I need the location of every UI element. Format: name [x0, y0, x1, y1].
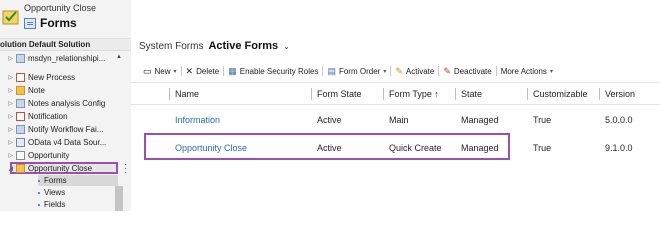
tree-item[interactable]: ▷ Notification [0, 111, 124, 122]
fields-icon [38, 203, 40, 206]
view-prefix: System Forms [139, 41, 204, 52]
command-bar: ▭ New ▾ ✕ Delete ▦ Enable Security Roles… [139, 64, 557, 78]
new-button[interactable]: ▭ New ▾ [139, 66, 181, 77]
expand-arrow-icon[interactable]: ▷ [0, 126, 16, 133]
column-header-form-state[interactable]: Form State [311, 83, 362, 105]
tree-item[interactable]: ▷ msdyn_relationshipi... [0, 53, 124, 64]
tree-item[interactable]: ▷ OData v4 Data Sour... [0, 137, 124, 148]
tree-item[interactable]: ▷ New Process [0, 72, 124, 83]
column-header-name[interactable]: Name [169, 83, 199, 105]
folder-icon [16, 86, 25, 95]
entity-header: Opportunity Close Forms [0, 0, 131, 38]
grid-header-row: Name Form State Form Type ↑ State Custom… [131, 82, 660, 105]
state-cell: Managed [461, 115, 499, 125]
tree-item-opportunity-close[interactable]: ◢ Opportunity Close [0, 163, 124, 174]
entity-name: Opportunity Close [24, 3, 97, 13]
activate-icon: ✎ [395, 65, 403, 76]
customizable-cell: True [533, 115, 552, 125]
delete-x-icon: ✕ [185, 65, 194, 76]
chevron-down-icon: ▾ [383, 68, 387, 75]
tree-subitem-views[interactable]: Views [38, 187, 65, 198]
column-divider [383, 88, 384, 100]
deactivate-icon: ✎ [443, 65, 451, 76]
row-highlight-box [144, 133, 510, 160]
expand-arrow-icon[interactable]: ▷ [0, 113, 16, 120]
deactivate-button[interactable]: ✎ Deactivate [439, 66, 495, 77]
form-order-icon: ▤ [327, 65, 336, 76]
more-actions-button[interactable]: More Actions ▾ [497, 67, 557, 76]
activate-button[interactable]: ✎ Activate [391, 66, 438, 77]
entity-check-icon [2, 10, 19, 25]
scroll-up-icon[interactable]: ▲ [116, 54, 122, 60]
column-header-customizable[interactable]: Customizable [527, 83, 588, 105]
tree-subitem-fields[interactable]: Fields [38, 199, 65, 210]
folder-icon [16, 164, 25, 173]
component-title: Forms [24, 16, 77, 30]
doc-icon [16, 151, 25, 160]
column-header-state[interactable]: State [455, 83, 482, 105]
pane-splitter-icon[interactable]: · · · [124, 160, 127, 178]
customizable-cell: True [533, 143, 552, 153]
chevron-down-icon[interactable]: ⌄ [283, 42, 290, 51]
chevron-down-icon: ▾ [549, 68, 553, 75]
form-order-button[interactable]: ▤ Form Order ▾ [323, 66, 390, 77]
forms-icon [24, 17, 36, 29]
views-icon [38, 191, 40, 194]
column-divider [527, 88, 528, 100]
column-divider [169, 88, 170, 100]
column-divider [455, 88, 456, 100]
main-content: System Forms Active Forms ⌄ ▭ New ▾ ✕ De… [131, 0, 660, 211]
entity-icon [16, 125, 25, 134]
form-name-link[interactable]: Information [175, 107, 220, 133]
entity-icon [16, 99, 25, 108]
expand-arrow-icon[interactable]: ▷ [0, 152, 16, 159]
table-row[interactable]: Information Active Main Managed True 5.0… [131, 107, 660, 133]
version-cell: 5.0.0.0 [605, 115, 633, 125]
table-icon [16, 138, 25, 147]
enable-security-roles-button[interactable]: ▦ Enable Security Roles [224, 66, 322, 77]
security-roles-icon: ▦ [228, 65, 237, 76]
expand-arrow-icon[interactable]: ▷ [0, 139, 16, 146]
expand-arrow-icon[interactable]: ▷ [0, 55, 16, 62]
entity-icon [16, 54, 25, 63]
column-divider [311, 88, 312, 100]
chevron-down-icon: ▾ [173, 68, 177, 75]
scrollbar-thumb[interactable] [115, 186, 123, 211]
flag-icon [16, 73, 25, 82]
view-header: System Forms Active Forms ⌄ [139, 40, 290, 52]
solution-explorer-window: Opportunity Close Forms olution Default … [0, 0, 660, 211]
expand-arrow-icon[interactable]: ▷ [0, 100, 16, 107]
new-icon: ▭ [143, 65, 152, 76]
form-type-cell: Main [389, 115, 409, 125]
left-navigation-pane: Opportunity Close Forms olution Default … [0, 0, 131, 211]
form-state-cell: Active [317, 115, 342, 125]
column-header-form-type[interactable]: Form Type ↑ [383, 83, 439, 105]
column-divider [599, 88, 600, 100]
flag-icon [16, 112, 25, 121]
collapse-arrow-icon[interactable]: ◢ [0, 165, 16, 172]
expand-arrow-icon[interactable]: ▷ [0, 74, 16, 81]
delete-button[interactable]: ✕ Delete [182, 66, 224, 77]
view-selector[interactable]: Active Forms [208, 40, 278, 52]
tree-item[interactable]: ▷ Opportunity [0, 150, 124, 161]
tree-subitem-forms[interactable]: Forms [38, 175, 118, 186]
tree-item[interactable]: ▷ Note [0, 85, 124, 96]
column-header-version[interactable]: Version [599, 83, 635, 105]
expand-arrow-icon[interactable]: ▷ [0, 87, 16, 94]
version-cell: 9.1.0.0 [605, 143, 633, 153]
forms-icon [38, 179, 40, 182]
tree-item[interactable]: ▷ Notify Workflow Fai... [0, 124, 124, 135]
solution-label: olution Default Solution [0, 38, 131, 51]
tree-item[interactable]: ▷ Notes analysis Config [0, 98, 124, 109]
